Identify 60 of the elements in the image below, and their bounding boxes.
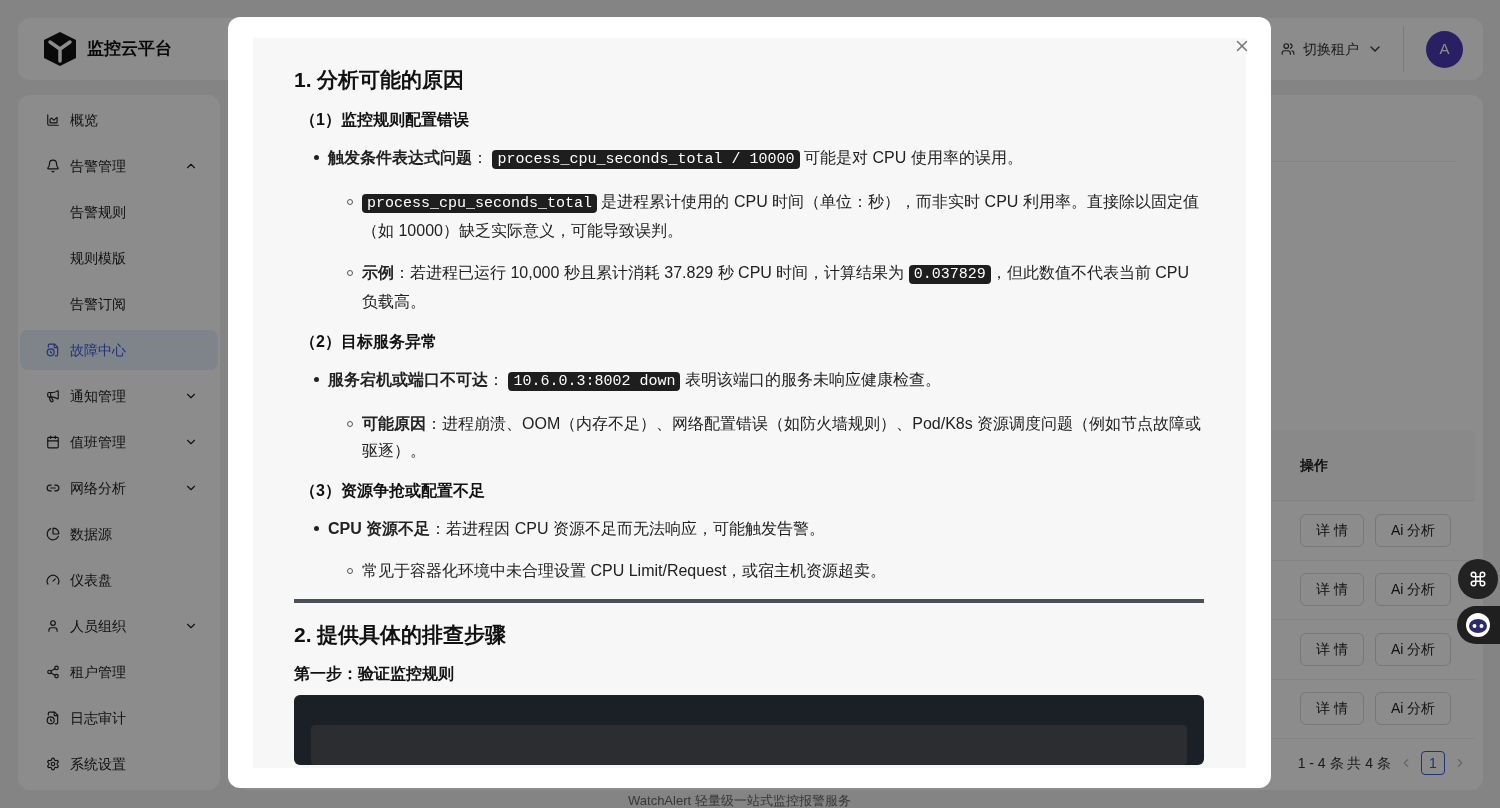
command-icon [1469,570,1487,588]
users-icon [1281,42,1295,56]
assistant-button[interactable] [1457,606,1500,644]
document-icon [46,343,60,357]
details-button[interactable]: 详 情 [1300,692,1364,726]
subsection-heading: （1）监控规则配置错误 [300,109,470,130]
sidebar-item[interactable]: 值班管理 [20,422,218,462]
bullet-text: 可能原因：进程崩溃、OOM（内存不足）、网络配置错误（如防火墙规则）、Pod/K8s 资源调度问题（例如节点故障或驱逐）。 [362,413,1203,461]
sidebar-item[interactable]: 通知管理 [20,376,218,416]
app-title: 监控云平台 [87,38,172,61]
link-icon [46,481,60,495]
tenant-switch-dropdown[interactable]: 切换租户 [1281,38,1383,60]
sidebar-item[interactable]: 系统设置 [20,744,218,784]
chart-icon [46,113,60,127]
sidebar-item[interactable]: 故障中心 [20,330,218,370]
ai-analysis-button[interactable]: Ai 分析 [1374,632,1452,666]
sidebar-item[interactable]: 日志审计 [20,698,218,738]
sidebar-item[interactable]: 数据源 [20,514,218,554]
sidebar-item[interactable]: 告警规则 [20,192,218,232]
settings-icon [46,757,60,771]
subsection-heading: （2）目标服务异常 [300,331,438,352]
user-avatar[interactable]: A [1426,30,1463,68]
section-heading: 2. 提供具体的排查步骤 [294,621,508,648]
robot-face-icon [1465,612,1491,638]
step-heading: 第一步：验证监控规则 [294,664,455,684]
ai-analysis-button[interactable]: Ai 分析 [1374,513,1452,547]
ai-analysis-button[interactable]: Ai 分析 [1374,573,1452,607]
pagination-summary: 1 - 4 条 共 4 条 [1297,753,1391,773]
section-heading: 1. 分析可能的原因 [294,67,466,93]
pie-chart-icon [46,527,60,541]
details-button[interactable]: 详 情 [1300,632,1364,666]
gauge-icon [46,573,60,587]
cube-logo-icon [41,30,79,68]
command-button[interactable] [1458,559,1498,599]
sidebar-item[interactable]: 仪表盘 [20,560,218,600]
sidebar-item[interactable]: 租户管理 [20,652,218,692]
bell-icon [46,159,60,173]
sidebar-item[interactable]: 告警管理 [20,146,218,186]
bullet-text: 服务宕机或端口不可达： 10.6.0.3:8002 down 表明该端口的服务未响应健康检查。 [328,369,941,393]
network-icon [46,665,60,679]
document-icon [46,711,60,725]
bullet-text: 示例：若进程已运行 10,000 秒且累计消耗 37.829 秒 CPU 时间，计算结果为 0.037829 ，但此数值不代表当前 CPU 负载高。 [362,262,1191,312]
megaphone-icon [46,389,60,403]
page-button[interactable]: 1 [1421,751,1445,775]
sidebar-item[interactable]: 概览 [20,100,218,140]
sidebar-item[interactable]: 告警订阅 [20,284,218,324]
bullet-text: CPU 资源不足：若进程因 CPU 资源不足而无法响应，可能触发告警。 [328,518,825,539]
subsection-heading: （3）资源争抢或配置不足 [300,480,486,501]
sidebar-item[interactable]: 人员组织 [20,606,218,646]
column-header: 操作 [1300,456,1329,475]
calendar-icon [46,435,60,449]
sidebar-item[interactable]: 网络分析 [20,468,218,508]
user-icon [46,619,60,633]
ai-analysis-button[interactable]: Ai 分析 [1374,692,1452,726]
bullet-text: 常见于容器化环境中未合理设置 CPU Limit/Request，或宿主机资源超卖。 [362,560,887,581]
details-button[interactable]: 详 情 [1300,513,1364,547]
bullet-text: 触发条件表达式问题： process_cpu_seconds_total / 10000 可能是对 CPU 使用率的误用。 [328,147,1023,171]
bullet-text: process_cpu_seconds_total 是进程累计使用的 CPU 时间（单位：秒），而非实时 CPU 利用率。直接除以固定值（如 10000）缺乏实际意义，可能导致误判。 [362,191,1200,241]
details-button[interactable]: 详 情 [1300,573,1364,607]
sidebar-item[interactable]: 规则模版 [20,238,218,278]
